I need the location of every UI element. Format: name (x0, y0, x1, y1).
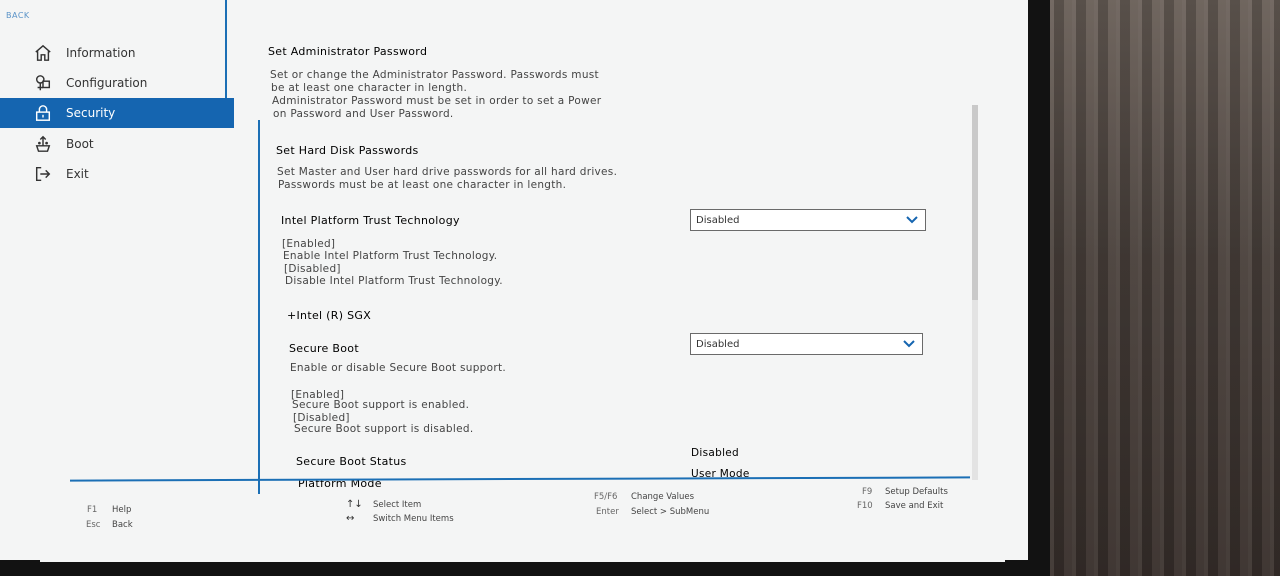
chevron-down-icon (906, 216, 918, 224)
nav-item-label: Boot (66, 137, 94, 151)
footer-key-submenu: Enter Select > SubMenu (596, 507, 710, 517)
nav-item-information[interactable]: Information (0, 38, 234, 68)
secure-boot-desc-3: Secure Boot support is enabled. (292, 399, 470, 411)
hdd-password-desc-2: Passwords must be at least one character… (278, 179, 567, 191)
footer-key-save-exit: F10 Save and Exit (857, 501, 944, 511)
footer-key-change-values: F5/F6 Change Values (594, 492, 695, 502)
admin-password-desc-2: be at least one character in length. (271, 82, 468, 94)
footer-divider (70, 476, 970, 482)
boot-icon (32, 133, 54, 155)
footer-key-select-item: ↑↓ Select Item (346, 499, 422, 510)
home-icon (32, 42, 54, 64)
secure-boot-select[interactable]: Disabled (690, 333, 923, 355)
secure-boot-desc-5: Secure Boot support is disabled. (294, 423, 474, 435)
configuration-icon (32, 72, 54, 94)
back-link[interactable]: BACK (6, 11, 30, 20)
secure-boot-title: Secure Boot (289, 342, 359, 355)
content-divider (258, 120, 260, 494)
nav-item-label: Exit (66, 167, 89, 181)
ptt-select[interactable]: Disabled (690, 209, 926, 231)
nav-item-configuration[interactable]: Configuration (0, 68, 234, 98)
background-curtain (1050, 0, 1280, 576)
footer-key-switch-menu: ↔ Switch Menu Items (346, 513, 454, 524)
exit-icon (32, 163, 54, 185)
footer-key-help: F1 Help (87, 505, 132, 515)
nav-item-exit[interactable]: Exit (0, 159, 234, 189)
secure-boot-desc-1: Enable or disable Secure Boot support. (290, 362, 507, 374)
ptt-title: Intel Platform Trust Technology (281, 214, 460, 227)
sgx-submenu[interactable]: +Intel (R) SGX (287, 309, 371, 322)
nav-item-boot[interactable]: Boot (0, 129, 234, 159)
admin-password-title[interactable]: Set Administrator Password (268, 45, 427, 58)
scrollbar-thumb[interactable] (972, 105, 978, 300)
admin-password-desc-1: Set or change the Administrator Password… (270, 69, 599, 81)
footer-key-back: Esc Back (86, 520, 133, 530)
nav-item-label: Configuration (66, 76, 148, 90)
admin-password-desc-4: on Password and User Password. (273, 108, 454, 120)
scrollbar-track[interactable] (972, 300, 978, 480)
ptt-desc-4: Disable Intel Platform Trust Technology. (285, 275, 503, 287)
bios-screen: BACK Information Configuration Security … (0, 0, 1028, 560)
secure-boot-select-value: Disabled (696, 338, 740, 350)
secure-boot-status-value: Disabled (691, 447, 740, 459)
ptt-desc-2: Enable Intel Platform Trust Technology. (283, 250, 498, 262)
lock-icon (32, 102, 54, 124)
nav-item-security[interactable]: Security (0, 98, 234, 128)
footer-key-setup-defaults: F9 Setup Defaults (862, 487, 948, 497)
hdd-password-title[interactable]: Set Hard Disk Passwords (276, 144, 419, 157)
nav-item-label: Security (66, 106, 116, 120)
ptt-select-value: Disabled (696, 214, 740, 226)
screen-bottom-edge (40, 542, 1005, 562)
secure-boot-status-title: Secure Boot Status (296, 455, 407, 468)
admin-password-desc-3: Administrator Password must be set in or… (272, 95, 602, 107)
hdd-password-desc-1: Set Master and User hard drive passwords… (277, 166, 618, 178)
chevron-down-icon (903, 340, 915, 348)
nav-item-label: Information (66, 46, 136, 60)
